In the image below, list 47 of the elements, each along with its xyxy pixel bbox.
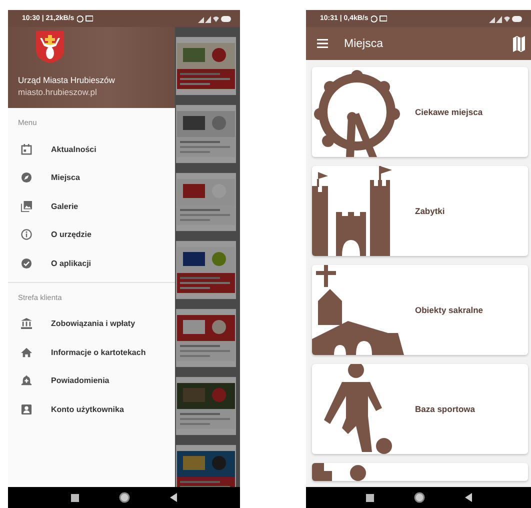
check-circle-icon: [21, 258, 32, 269]
app-title: Miejsca: [344, 38, 383, 50]
gallery-icon: [21, 200, 32, 212]
drawer-title: Urząd Miasta Hrubieszów: [18, 75, 115, 85]
drawer-item[interactable]: Aktualności: [8, 135, 175, 164]
status-icons-drawing: [77, 14, 94, 22]
drawer-item[interactable]: Informacje o kartotekach: [8, 338, 175, 366]
news-card[interactable]: [176, 105, 236, 163]
category-card[interactable]: Obiekty sakralne: [312, 265, 528, 355]
drawer-item[interactable]: Miejsca: [8, 164, 175, 192]
category-card[interactable]: [312, 463, 528, 481]
category-card[interactable]: Baza sportowa: [312, 364, 528, 454]
drawer-item[interactable]: Konto użytkownika: [8, 395, 175, 424]
recent-apps-icon[interactable]: [366, 494, 374, 502]
news-card[interactable]: [176, 377, 236, 435]
calendar-icon: [21, 144, 32, 155]
home-icon: [21, 346, 32, 358]
drawer-item[interactable]: Powiadomienia: [8, 366, 175, 395]
status-icons-drawing: [371, 14, 388, 22]
signal-battery-icon: [198, 14, 232, 22]
category-card[interactable]: Ciekawe miejsca: [312, 67, 528, 157]
category-card[interactable]: Zabytki: [312, 166, 528, 256]
recent-apps-icon[interactable]: [71, 494, 79, 502]
map-icon[interactable]: [513, 36, 525, 52]
bell-icon: [21, 375, 32, 386]
compass-icon: [21, 172, 32, 184]
drawer-item[interactable]: Zobowiązania i wpłaty: [8, 310, 175, 338]
back-icon[interactable]: [464, 493, 472, 502]
news-card[interactable]: [176, 241, 236, 299]
signal-battery-icon: [489, 14, 523, 22]
drawer-item[interactable]: Galerie: [8, 192, 175, 220]
news-card[interactable]: [176, 309, 236, 367]
building-icon: [312, 463, 366, 481]
back-icon[interactable]: [170, 493, 177, 502]
news-card[interactable]: [176, 37, 236, 95]
drawer-item[interactable]: O urzędzie: [8, 220, 175, 249]
home-button-icon[interactable]: [119, 492, 130, 503]
drawer-subtitle: miasto.hrubieszow.pl: [18, 87, 97, 97]
drawer-item[interactable]: O aplikacji: [8, 249, 175, 278]
coat-of-arms-icon: [35, 30, 65, 64]
bank-icon: [21, 318, 32, 330]
news-card[interactable]: [176, 445, 236, 487]
home-button-icon[interactable]: [414, 492, 424, 503]
menu-icon[interactable]: [317, 39, 328, 48]
account-icon: [21, 404, 32, 415]
news-card[interactable]: [176, 173, 236, 231]
info-icon: [21, 229, 32, 240]
